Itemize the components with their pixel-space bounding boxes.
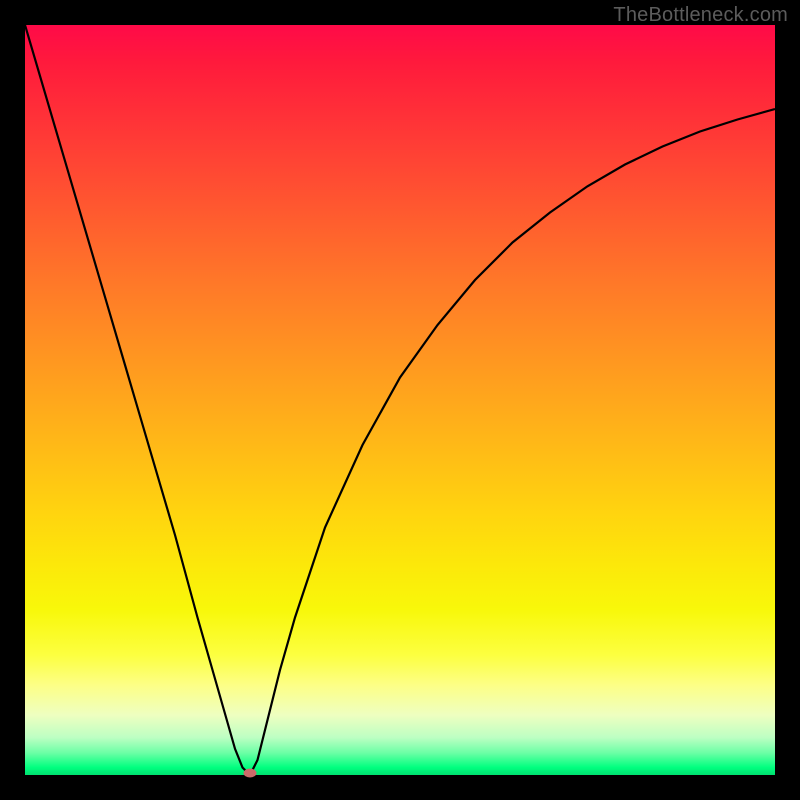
minimum-marker — [244, 769, 257, 778]
watermark-text: TheBottleneck.com — [613, 4, 788, 27]
bottleneck-curve — [25, 25, 775, 775]
plot-area — [25, 25, 775, 775]
chart-frame: TheBottleneck.com — [0, 0, 800, 800]
